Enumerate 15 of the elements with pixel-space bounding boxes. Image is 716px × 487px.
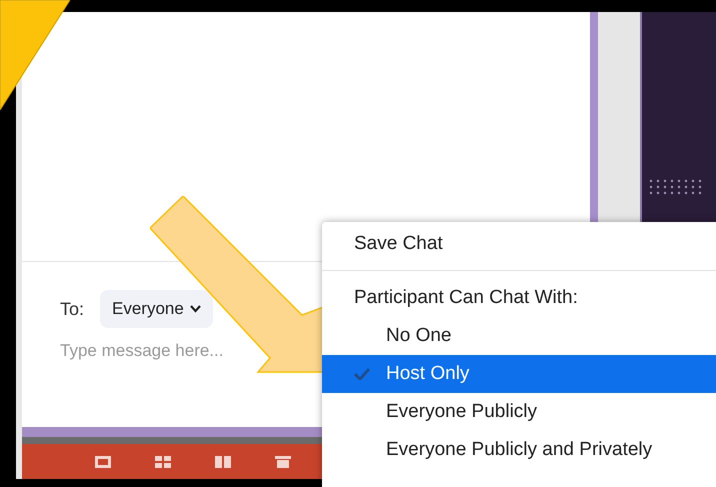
to-label: To:: [60, 298, 84, 320]
recipient-dropdown[interactable]: Everyone: [100, 290, 213, 328]
menu-option[interactable]: No One: [322, 317, 716, 355]
toolbar-icon[interactable]: [274, 454, 292, 468]
chevron-down-icon: [190, 305, 201, 313]
menu-item[interactable]: Save Chat: [322, 226, 716, 262]
toolbar-icon[interactable]: [94, 454, 112, 468]
menu-heading: Participant Can Chat With:: [353, 286, 579, 310]
toolbar-icon[interactable]: [154, 454, 172, 468]
toolbar-icon[interactable]: [214, 454, 232, 468]
menu-option[interactable]: Host Only: [322, 355, 716, 393]
checkmark-icon: [354, 368, 370, 380]
menu-option[interactable]: Everyone Publicly and Privately: [322, 431, 716, 469]
menu-option[interactable]: Everyone Publicly: [322, 393, 716, 431]
message-input[interactable]: Type message here...: [60, 338, 235, 364]
